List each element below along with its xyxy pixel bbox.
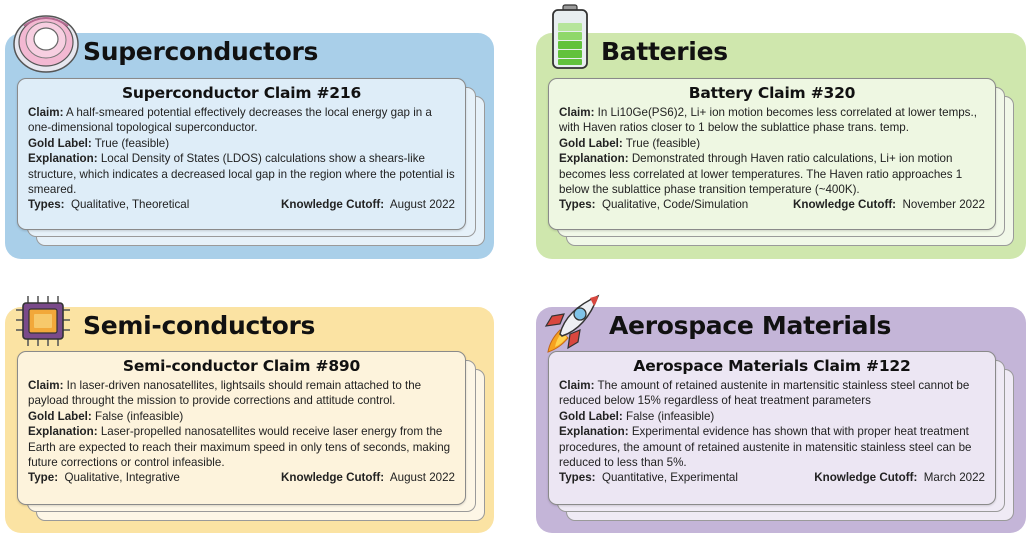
rocket-icon <box>540 290 606 356</box>
card-title: Semi-conductor Claim #890 <box>122 357 361 375</box>
types-label: Types: <box>559 198 596 212</box>
panel-heading: Aerospace Materials <box>609 311 892 340</box>
card-title: Aerospace Materials Claim #122 <box>633 357 911 375</box>
superconductor-coil-icon <box>6 4 84 76</box>
panel-heading: Batteries <box>601 37 728 66</box>
cutoff-label: Knowledge Cutoff: <box>281 198 385 212</box>
cutoff-field: Knowledge Cutoff: August 2022 <box>281 197 455 212</box>
explanation-line: Explanation: Demonstrated through Haven … <box>559 151 985 197</box>
claim-card: Battery Claim #320 Claim: In Li10Ge(PS6)… <box>548 78 996 230</box>
gold-label-label: Gold Label: <box>559 136 623 150</box>
explanation-label: Explanation: <box>28 152 98 166</box>
explanation-line: Explanation: Experimental evidence has s… <box>559 424 985 470</box>
types-field: Type: Qualitative, Integrative <box>28 470 180 485</box>
types-label: Types: <box>559 471 596 485</box>
claim-label: Claim: <box>559 106 595 119</box>
claim-card: Semi-conductor Claim #890 Claim: In lase… <box>17 351 466 505</box>
cutoff-value: August 2022 <box>389 198 455 212</box>
panel-heading: Semi-conductors <box>83 311 316 340</box>
cutoff-field: Knowledge Cutoff: August 2022 <box>281 470 455 485</box>
explanation-label: Explanation: <box>559 425 629 439</box>
claim-line: Claim: In laser-driven nanosatellites, l… <box>28 378 455 409</box>
gold-label-line: Gold Label: True (feasible) <box>28 136 455 151</box>
types-field: Types: Qualitative, Theoretical <box>28 197 189 212</box>
explanation-line: Explanation: Laser-propelled nanosatelli… <box>28 424 455 470</box>
cutoff-value: August 2022 <box>389 471 455 485</box>
claim-text: The amount of retained austenite in mart… <box>559 379 970 408</box>
claim-line: Claim: In Li10Ge(PS6)2, Li+ ion motion b… <box>559 105 985 136</box>
panel-heading: Superconductors <box>83 37 319 66</box>
cutoff-label: Knowledge Cutoff: <box>793 198 897 212</box>
explanation-label: Explanation: <box>559 152 629 166</box>
cutoff-value: March 2022 <box>923 471 985 485</box>
claim-line: Claim: A half-smeared potential effectiv… <box>28 105 455 136</box>
gold-label-label: Gold Label: <box>28 136 92 150</box>
gold-label-label: Gold Label: <box>28 409 92 423</box>
gold-label-line: Gold Label: True (feasible) <box>559 136 985 151</box>
gold-label-value: False (infeasible) <box>626 409 715 423</box>
meta-row: Types: Qualitative, Code/Simulation Know… <box>559 197 985 212</box>
cutoff-label: Knowledge Cutoff: <box>281 471 385 485</box>
cutoff-field: Knowledge Cutoff: March 2022 <box>814 470 985 485</box>
types-value: Qualitative, Code/Simulation <box>601 198 749 212</box>
types-label: Types: <box>28 198 65 212</box>
types-field: Types: Quantitative, Experimental <box>559 470 738 485</box>
claim-card: Superconductor Claim #216 Claim: A half-… <box>17 78 466 230</box>
gold-label-value: False (infeasible) <box>95 409 184 423</box>
claim-line: Claim: The amount of retained austenite … <box>559 378 985 409</box>
gold-label-line: Gold Label: False (infeasible) <box>559 409 985 424</box>
meta-row: Type: Qualitative, Integrative Knowledge… <box>28 470 455 485</box>
claim-text: A half-smeared potential effectively dec… <box>28 106 432 135</box>
types-value: Qualitative, Theoretical <box>70 198 190 212</box>
cutoff-value: November 2022 <box>902 198 986 212</box>
types-label: Type: <box>28 471 59 485</box>
cutoff-label: Knowledge Cutoff: <box>814 471 918 485</box>
gold-label-value: True (feasible) <box>94 136 170 150</box>
cutoff-field: Knowledge Cutoff: November 2022 <box>793 197 985 212</box>
explanation-line: Explanation: Local Density of States (LD… <box>28 151 455 197</box>
claim-text: In laser-driven nanosatellites, lightsai… <box>28 379 422 408</box>
gold-label-line: Gold Label: False (infeasible) <box>28 409 455 424</box>
types-field: Types: Qualitative, Code/Simulation <box>559 197 748 212</box>
claim-card: Aerospace Materials Claim #122 Claim: Th… <box>548 351 996 505</box>
card-title: Superconductor Claim #216 <box>121 84 362 102</box>
claim-label: Claim: <box>28 379 64 392</box>
types-value: Qualitative, Integrative <box>64 471 180 485</box>
gold-label-label: Gold Label: <box>559 409 623 423</box>
claim-text: In Li10Ge(PS6)2, Li+ ion motion becomes … <box>559 106 977 135</box>
claim-label: Claim: <box>28 106 64 119</box>
battery-icon <box>548 3 592 71</box>
types-value: Quantitative, Experimental <box>601 471 738 485</box>
meta-row: Types: Quantitative, Experimental Knowle… <box>559 470 985 485</box>
explanation-label: Explanation: <box>28 425 98 439</box>
gold-label-value: True (feasible) <box>625 136 701 150</box>
meta-row: Types: Qualitative, Theoretical Knowledg… <box>28 197 455 212</box>
microchip-icon <box>14 292 76 350</box>
card-title: Battery Claim #320 <box>688 84 856 102</box>
claim-label: Claim: <box>559 379 595 392</box>
